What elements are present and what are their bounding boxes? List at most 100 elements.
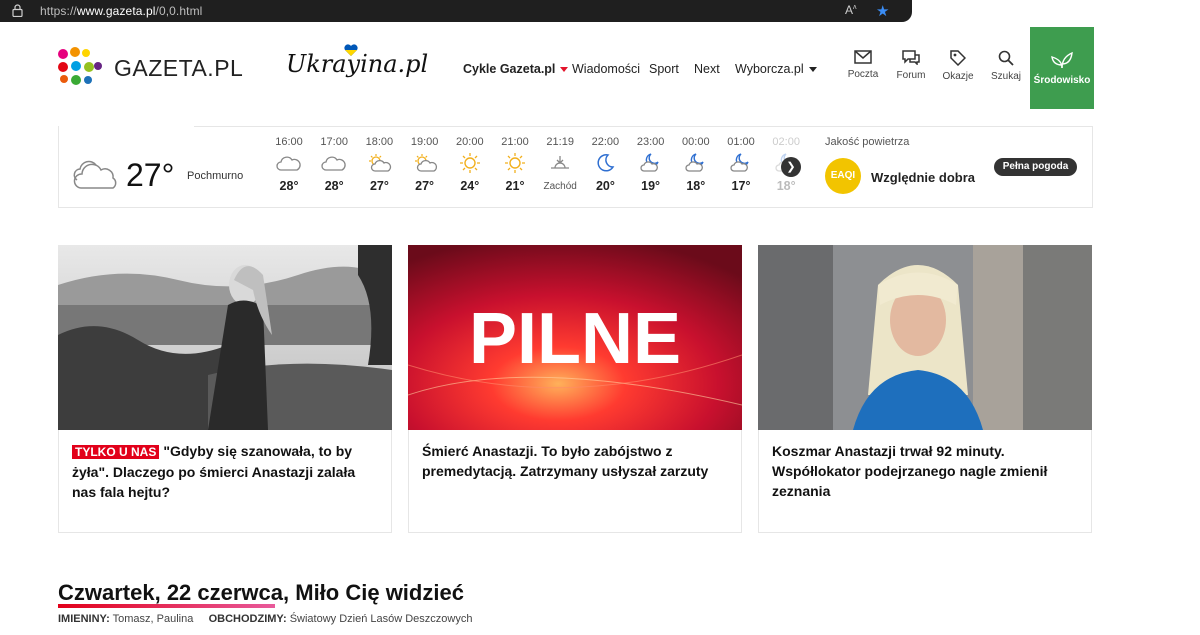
url-host: www.gazeta.pl	[76, 4, 156, 18]
szukaj-label: Szukaj	[990, 71, 1021, 82]
hour-temperature: 17°	[731, 179, 751, 193]
mail-icon	[854, 50, 872, 64]
hour-time: 16:00	[275, 136, 303, 148]
nav-item-wiadomosci[interactable]: Wiadomości	[572, 62, 640, 76]
article-image	[58, 245, 392, 430]
hour-temperature: 24°	[460, 179, 480, 193]
celebrate-label: OBCHODZIMY:	[208, 613, 287, 625]
article-title[interactable]: Koszmar Anastazji trwał 92 minuty. Współ…	[772, 441, 1077, 501]
hour-temperature: 18°	[776, 179, 796, 193]
url-path: /0,0.html	[155, 4, 203, 18]
hour-time: 22:00	[591, 136, 620, 148]
forum-label: Forum	[896, 70, 926, 81]
tag-icon	[950, 50, 966, 66]
weather-widget: 27° Pochmurno 16:00 28° 17:00 28° 18:00 27° 19…	[58, 126, 1093, 208]
current-description: Pochmurno	[187, 170, 244, 182]
ukrayina-logo[interactable]: Ukrayina.pl	[286, 44, 428, 78]
greeting-heading: Czwartek, 22 czerwca, Miło Cię widzieć	[58, 580, 464, 608]
article-title[interactable]: TYLKO U NAS "Gdyby się szanowała, to by ż…	[72, 441, 377, 502]
partly-sunny-icon	[405, 148, 445, 178]
current-temperature: 27°	[126, 157, 175, 193]
hour-temperature: 28°	[324, 179, 344, 193]
search-icon	[998, 50, 1014, 66]
szukaj-button[interactable]: Szukaj	[981, 50, 1031, 82]
hour-forecast: 20:00 24°	[450, 136, 490, 193]
moon-cloud-icon	[721, 148, 761, 178]
okazje-button[interactable]: Okazje	[933, 50, 983, 82]
article-title[interactable]: Śmierć Anastazji. To było zabójstwo z pr…	[422, 441, 727, 481]
exclusive-badge: TYLKO U NAS	[72, 445, 160, 459]
poczta-label: Poczta	[847, 69, 879, 80]
article-image: PILNE	[408, 245, 742, 430]
hour-temperature: 18°	[686, 179, 706, 193]
hour-forecast: 00:00 18°	[676, 136, 716, 193]
moon-cloud-icon	[676, 148, 716, 178]
nav-item-cykle[interactable]: Cykle Gazeta.pl	[463, 62, 569, 76]
chevron-right-icon[interactable]: ❯	[781, 157, 801, 177]
news-card[interactable]: Koszmar Anastazji trwał 92 minuty. Współ…	[758, 245, 1092, 533]
hour-time: 00:00	[682, 136, 710, 148]
srodowisko-label: Środowisko	[1033, 75, 1091, 86]
air-quality-title: Jakość powietrza	[825, 136, 910, 148]
read-aloud-icon[interactable]: Aʌ	[845, 3, 857, 17]
hour-temperature: 28°	[279, 179, 299, 193]
hour-time: 18:00	[365, 136, 394, 148]
hour-temperature: 27°	[369, 179, 389, 193]
cloud-icon	[269, 148, 309, 178]
eaqi-badge: EAQI	[825, 158, 861, 194]
leaf-icon	[1051, 51, 1073, 69]
hour-forecast: 22:00 20°	[585, 136, 625, 193]
okazje-label: Okazje	[942, 71, 974, 82]
air-quality-label: Względnie dobra	[871, 170, 975, 185]
sunset-icon	[540, 148, 580, 178]
hour-time: 19:00	[410, 136, 439, 148]
news-card[interactable]: PILNE Śmierć Anastazji. To było zabójstw…	[408, 245, 742, 533]
srodowisko-button[interactable]: Środowisko	[1030, 27, 1094, 109]
heart-icon	[344, 44, 358, 56]
cloud-icon	[73, 158, 123, 197]
hour-time: 20:00	[456, 136, 484, 148]
partly-sunny-icon	[359, 148, 399, 178]
nav-item-label: Cykle Gazeta.pl	[463, 62, 556, 76]
nav-item-wyborcza[interactable]: Wyborcza.pl	[735, 62, 804, 76]
hour-forecast: 16:00 28°	[269, 136, 309, 193]
url-text[interactable]: https://www.gazeta.pl/0,0.html	[40, 4, 202, 18]
nameday-label: IMIENINY:	[58, 613, 110, 625]
chat-icon	[902, 50, 920, 65]
hour-temperature: 20°	[595, 179, 615, 193]
hour-time: 21:00	[501, 136, 529, 148]
hour-temperature: 27°	[415, 179, 435, 193]
full-forecast-button[interactable]: Pełna pogoda	[994, 158, 1077, 176]
moon-icon	[585, 148, 625, 178]
hour-temperature: Zachód	[543, 181, 577, 192]
favorite-star-icon[interactable]: ★	[876, 2, 889, 20]
hour-temperature: 19°	[641, 179, 661, 193]
forum-button[interactable]: Forum	[886, 50, 936, 81]
sun-icon	[495, 148, 535, 178]
article-image	[758, 245, 1092, 430]
hour-forecast: 01:00 17°	[721, 136, 761, 193]
poczta-button[interactable]: Poczta	[838, 50, 888, 80]
chevron-down-icon	[560, 67, 569, 73]
greeting-text: Czwartek, 22 czerwca, Miło Cię widzieć	[58, 580, 464, 605]
nav-item-next[interactable]: Next	[694, 62, 720, 76]
lock-icon	[12, 4, 23, 22]
hour-forecast: 23:00 19°	[631, 136, 671, 193]
gazeta-logo[interactable]: GAZETA.PL	[58, 47, 243, 89]
logo-text: GAZETA.PL	[114, 54, 244, 81]
namedays-line: IMIENINY: Tomasz, Paulina OBCHODZIMY: Św…	[58, 613, 472, 625]
browser-address-bar[interactable]: https://www.gazeta.pl/0,0.html Aʌ ★	[0, 0, 912, 22]
celebrate-value: Światowy Dzień Lasów Deszczowych	[289, 613, 473, 625]
pilne-image-text: PILNE	[469, 299, 681, 379]
cloud-icon	[314, 148, 354, 178]
news-card[interactable]: TYLKO U NAS "Gdyby się szanowała, to by ż…	[58, 245, 392, 533]
hour-forecast: 19:00 27°	[405, 136, 445, 193]
sun-icon	[450, 148, 490, 178]
hour-time: 17:00	[320, 136, 348, 148]
nav-item-sport[interactable]: Sport	[649, 62, 679, 76]
logo-dots-icon	[58, 47, 102, 89]
more-menu-chevron-icon[interactable]	[809, 62, 817, 76]
hour-forecast: 21:19 Zachód	[540, 136, 580, 192]
greeting-underline	[58, 604, 275, 608]
hour-forecast: 17:00 28°	[314, 136, 354, 193]
